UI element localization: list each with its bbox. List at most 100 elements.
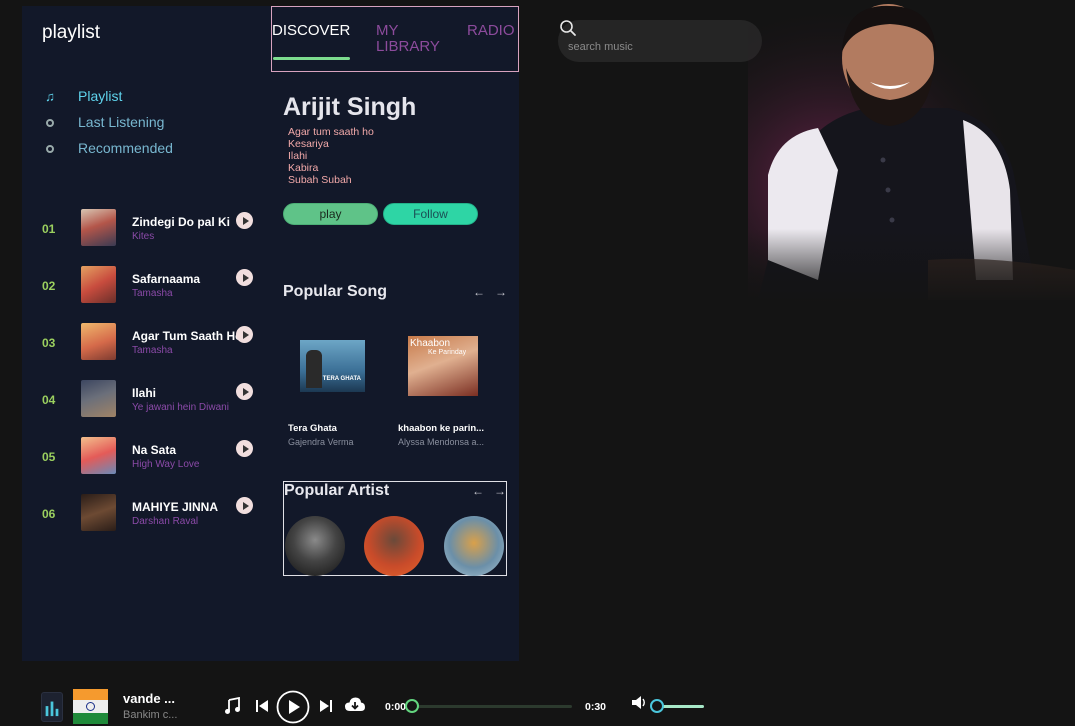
track-cover [81,380,116,417]
nav-item-label: Playlist [78,88,123,104]
track-cover [81,323,116,360]
popular-artist-section: Popular Artist ←→ [283,481,507,576]
play-icon[interactable] [236,497,253,514]
track-row[interactable]: 02 Safarnaama Tamasha [22,263,271,320]
track-row[interactable]: 04 Ilahi Ye jawani hein Diwani [22,377,271,434]
tab-bar: DISCOVER MY LIBRARY RADIO [271,6,519,72]
artist-avatar[interactable] [364,516,424,576]
cover-text: Ke Parinday [428,349,467,356]
download-icon[interactable] [344,696,366,714]
progress-knob[interactable] [405,699,419,713]
featured-song[interactable]: Subah Subah [288,174,374,186]
track-cover [81,266,116,303]
tab-my-library[interactable]: MY LIBRARY [376,23,446,55]
total-time: 0:30 [585,701,607,713]
song-cover: TERA GHATA [300,340,365,392]
volume-slider[interactable] [650,699,704,713]
track-artist: Tamasha [132,288,173,299]
sidebar: playlist ♫ Playlist Last Listening Recom… [22,6,271,661]
track-name: MAHIYE JINNA [132,500,219,514]
popular-song-arrows: ←→ [473,285,517,299]
track-number: 04 [42,393,56,407]
track-artist: Kites [132,231,155,242]
featured-artist-name: Arijit Singh [283,93,417,121]
track-name: Ilahi [132,386,157,400]
track-artist: Darshan Raval [132,516,199,527]
play-pause-icon[interactable] [276,690,310,724]
track-number: 01 [42,222,56,236]
song-artist: Gajendra Verma [288,437,354,447]
track-name: Agar Tum Saath Hoo [132,329,247,343]
play-icon[interactable] [236,326,253,343]
track-artist: Tamasha [132,345,173,356]
next-icon[interactable] [319,699,333,713]
artist-avatar[interactable] [444,516,504,576]
song-name: Tera Ghata [288,423,337,434]
track-row[interactable]: 05 Na Sata High Way Love [22,434,271,491]
current-time: 0:00 [385,701,407,713]
play-icon[interactable] [236,440,253,457]
track-list: 01 Zindegi Do pal Ki Kites 02 Safarnaama… [22,206,271,548]
nav-item-recommended[interactable]: Recommended [42,135,173,161]
tab-label: MY [376,22,399,39]
featured-song[interactable]: Ilahi [288,150,374,162]
track-number: 02 [42,279,56,293]
progress-bar[interactable] [405,699,572,713]
track-row[interactable]: 06 MAHIYE JINNA Darshan Raval [22,491,271,548]
arrow-right-icon[interactable]: → [495,285,517,299]
song-artist: Alyssa Mendonsa a... [398,437,485,447]
nav-item-label: Last Listening [78,114,165,130]
track-row[interactable]: 01 Zindegi Do pal Ki Kites [22,206,271,263]
arrow-right-icon[interactable]: → [494,484,516,498]
tab-radio[interactable]: RADIO [467,23,515,39]
follow-button[interactable]: Follow [383,203,478,225]
track-number: 06 [42,507,56,521]
sidebar-nav: ♫ Playlist Last Listening Recommended [42,83,173,161]
play-icon[interactable] [236,269,253,286]
nav-item-playlist[interactable]: ♫ Playlist [42,83,173,109]
featured-song[interactable]: Kabira [288,162,374,174]
track-cover [81,209,116,246]
active-tab-indicator [273,57,350,60]
volume-knob[interactable] [650,699,664,713]
nav-item-last-listening[interactable]: Last Listening [42,109,173,135]
music-note-icon[interactable] [224,697,241,715]
nav-item-label: Recommended [78,140,173,156]
featured-song-list: Agar tum saath ho Kesariya Ilahi Kabira … [288,126,374,186]
music-note-icon: ♫ [45,88,55,104]
featured-song[interactable]: Kesariya [288,138,374,150]
track-name: Safarnaama [132,272,201,286]
popular-song-title: Popular Song [283,283,387,300]
track-number: 05 [42,450,56,464]
play-icon[interactable] [236,383,253,400]
tab-discover[interactable]: DISCOVER [272,23,350,39]
artist-avatar[interactable] [285,516,345,576]
play-button[interactable]: play [283,203,378,225]
volume-icon[interactable] [631,695,647,710]
play-icon[interactable] [236,212,253,229]
now-playing-cover [73,689,108,724]
track-artist: High Way Love [132,459,200,470]
now-playing-artist: Bankim c... [123,709,178,721]
track-cover [81,437,116,474]
popular-artist-arrows: ←→ [472,484,516,498]
song-cover: Khaabon Ke Parinday [408,336,478,396]
sidebar-title: playlist [42,22,101,43]
previous-icon[interactable] [255,699,269,713]
equalizer-icon [41,692,63,722]
track-number: 03 [42,336,56,350]
artist-hero-image [748,0,1075,305]
arrow-left-icon[interactable]: ← [473,285,495,299]
track-artist: Ye jawani hein Diwani [132,402,229,413]
song-name: khaabon ke parin... [398,423,485,434]
search-icon[interactable] [559,19,577,37]
track-cover [81,494,116,531]
track-name: Zindegi Do pal Ki [132,215,230,229]
arrow-left-icon[interactable]: ← [472,484,494,498]
cover-text: Khaabon [410,338,451,349]
track-row[interactable]: 03 Agar Tum Saath Hoo Tamasha [22,320,271,377]
search-input[interactable] [568,39,748,55]
cover-text: TERA GHATA [322,376,361,382]
tab-label: LIBRARY [376,38,440,55]
featured-song[interactable]: Agar tum saath ho [288,126,374,138]
